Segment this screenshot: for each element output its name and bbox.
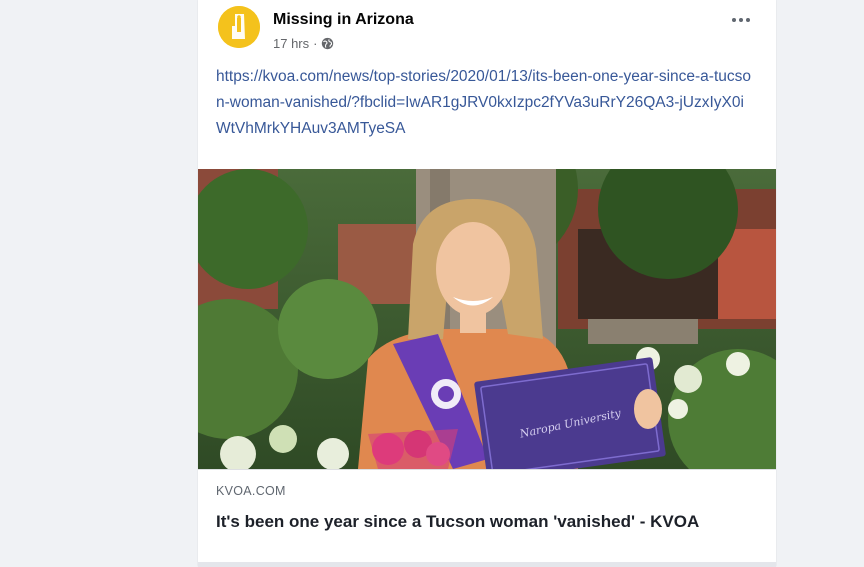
photo-graduate-woman: Naropa University bbox=[198, 169, 776, 469]
link-preview-footer[interactable]: KVOA.COM It's been one year since a Tucs… bbox=[198, 469, 776, 567]
link-title[interactable]: It's been one year since a Tucson woman … bbox=[216, 510, 756, 533]
post-header: Missing in Arizona 17 hrs · bbox=[198, 0, 776, 62]
page-avatar[interactable] bbox=[218, 6, 260, 48]
dot bbox=[732, 18, 736, 22]
link-domain: KVOA.COM bbox=[216, 484, 286, 498]
meta-separator: · bbox=[313, 36, 318, 51]
card-divider bbox=[198, 562, 776, 567]
post-card: Missing in Arizona 17 hrs · https://kvoa… bbox=[198, 0, 776, 567]
arizona-logo-icon bbox=[218, 6, 260, 48]
dot bbox=[739, 18, 743, 22]
globe-icon[interactable] bbox=[321, 37, 334, 50]
page-name-link[interactable]: Missing in Arizona bbox=[273, 11, 414, 29]
post-meta: 17 hrs · bbox=[273, 36, 334, 51]
post-timestamp[interactable]: 17 hrs bbox=[273, 36, 309, 51]
dot bbox=[746, 18, 750, 22]
post-link[interactable]: https://kvoa.com/news/top-stories/2020/0… bbox=[216, 64, 756, 142]
more-options-button[interactable] bbox=[732, 18, 750, 22]
link-preview-image[interactable]: Naropa University bbox=[198, 169, 776, 469]
